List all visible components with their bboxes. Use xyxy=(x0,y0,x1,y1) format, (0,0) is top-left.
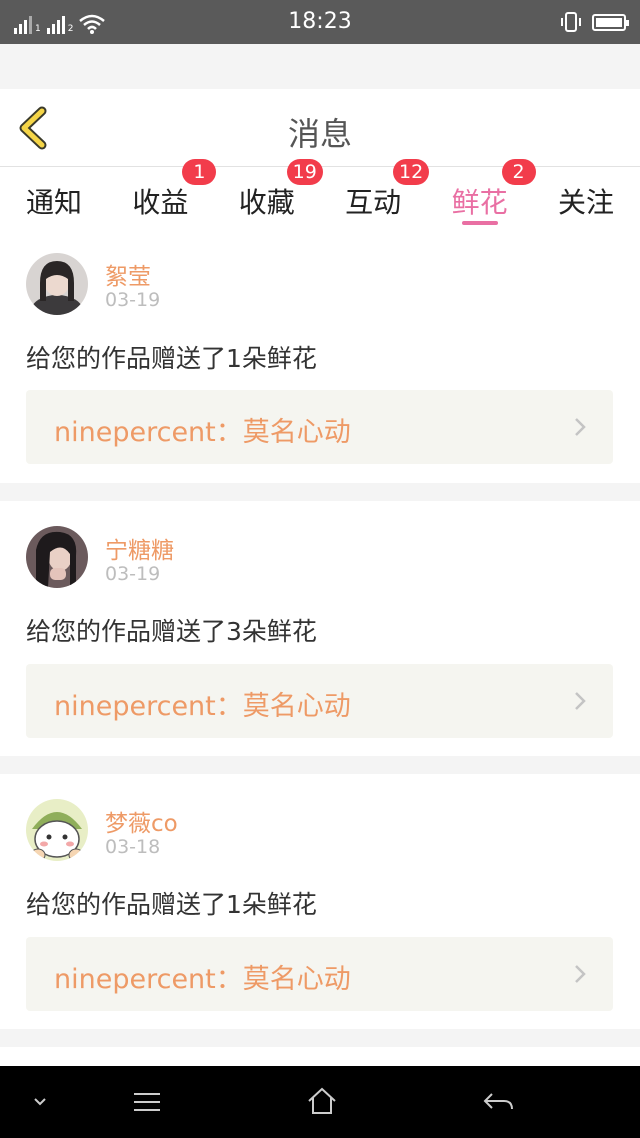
menu-icon[interactable] xyxy=(132,1090,162,1114)
count-badge: 19 xyxy=(286,159,323,185)
message-card: 絮莹 03-19 给您的作品赠送了1朵鲜花 ninepercent：莫名心动 xyxy=(0,233,640,483)
tab-label: 鲜花 xyxy=(451,186,508,219)
tab-favorites[interactable]: 收藏 19 xyxy=(238,159,323,233)
avatar[interactable] xyxy=(26,799,88,861)
message-date: 03-19 xyxy=(105,563,161,585)
active-tab-indicator xyxy=(461,221,498,225)
username[interactable]: 宁糖糖 xyxy=(105,531,174,565)
avatar[interactable] xyxy=(26,253,88,315)
tab-interactions[interactable]: 互动 12 xyxy=(345,159,430,233)
tab-following[interactable]: 关注 xyxy=(558,167,614,233)
tab-label: 收藏 xyxy=(238,186,295,219)
avatar[interactable] xyxy=(26,526,88,588)
status-time: 18:23 xyxy=(288,9,352,34)
message-text: 给您的作品赠送了1朵鲜花 xyxy=(26,344,317,373)
tab-notifications[interactable]: 通知 xyxy=(26,167,82,233)
top-spacer xyxy=(0,44,640,89)
status-bar: 1 2 18:23 xyxy=(0,0,640,44)
message-text: 给您的作品赠送了1朵鲜花 xyxy=(26,890,317,919)
chevron-right-icon xyxy=(575,965,586,983)
work-title: ninepercent：莫名心动 xyxy=(54,691,351,722)
count-badge: 12 xyxy=(393,159,430,185)
tab-label: 关注 xyxy=(557,186,614,219)
username[interactable]: 梦薇co xyxy=(105,804,178,838)
work-link[interactable]: ninepercent：莫名心动 xyxy=(26,937,613,1011)
chevron-right-icon xyxy=(575,692,586,710)
chevron-down-icon[interactable] xyxy=(32,1096,48,1108)
work-title: ninepercent：莫名心动 xyxy=(54,417,351,448)
tab-flowers[interactable]: 鲜花 2 xyxy=(451,159,536,233)
tab-label: 通知 xyxy=(26,186,83,219)
system-nav-bar xyxy=(0,1066,640,1138)
nav-bar: 消息 xyxy=(0,89,640,167)
page-title: 消息 xyxy=(287,115,352,153)
tab-label: 互动 xyxy=(345,186,402,219)
chevron-right-icon xyxy=(575,418,586,436)
work-title: ninepercent：莫名心动 xyxy=(54,964,351,995)
battery-icon xyxy=(592,13,629,31)
work-link[interactable]: ninepercent：莫名心动 xyxy=(26,664,613,738)
work-link[interactable]: ninepercent：莫名心动 xyxy=(26,390,613,464)
message-card: 宁糖糖 03-19 给您的作品赠送了3朵鲜花 ninepercent：莫名心动 xyxy=(0,501,640,756)
message-text: 给您的作品赠送了3朵鲜花 xyxy=(26,617,317,646)
message-date: 03-18 xyxy=(105,836,161,858)
home-icon[interactable] xyxy=(306,1086,338,1116)
count-badge: 2 xyxy=(501,159,536,185)
tab-bar: 通知 收益 1 收藏 19 互动 12 鲜花 2 关注 xyxy=(0,159,640,233)
count-badge: 1 xyxy=(182,159,217,185)
back-arrow-icon[interactable] xyxy=(482,1090,514,1114)
message-card: 梦薇co 03-18 给您的作品赠送了1朵鲜花 ninepercent：莫名心动 xyxy=(0,774,640,1029)
tab-label: 收益 xyxy=(132,186,189,219)
username[interactable]: 絮莹 xyxy=(105,257,151,291)
message-date: 03-19 xyxy=(105,289,161,311)
message-card-partial xyxy=(0,1047,640,1066)
tab-earnings[interactable]: 收益 1 xyxy=(132,159,217,233)
